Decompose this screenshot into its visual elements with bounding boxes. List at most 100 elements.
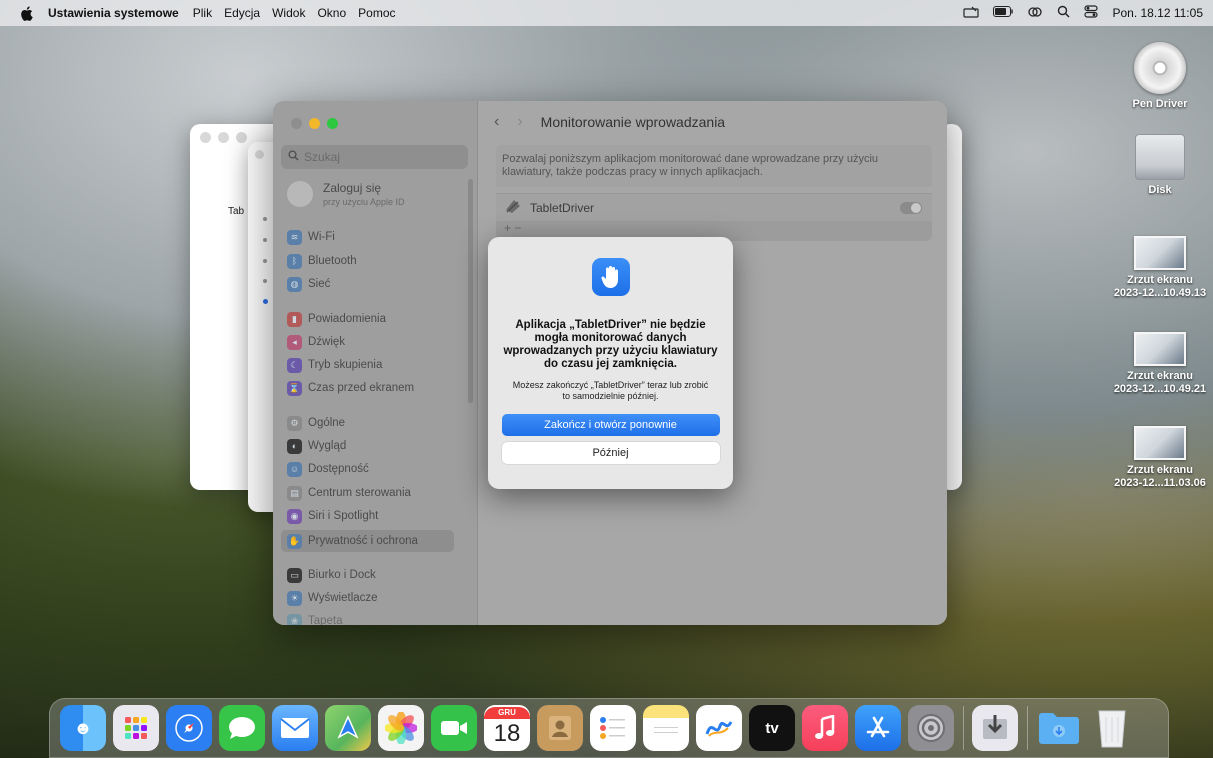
radio-dot xyxy=(263,259,267,263)
finder-icon[interactable]: ☻ xyxy=(60,705,106,751)
safari-icon[interactable] xyxy=(166,705,212,751)
back-chevron-icon[interactable]: ‹ xyxy=(494,113,499,131)
dock-separator xyxy=(1027,706,1028,750)
maps-icon[interactable] xyxy=(325,705,371,751)
messages-icon[interactable] xyxy=(219,705,265,751)
reminders-icon[interactable] xyxy=(590,705,636,751)
close-button[interactable] xyxy=(200,132,211,143)
installer-icon[interactable] xyxy=(972,705,1018,751)
sidebar-item-focus[interactable]: ☾ Tryb skupienia xyxy=(287,355,382,375)
alert-dialog: Aplikacja „TabletDriver” nie będzie mogł… xyxy=(488,237,733,489)
battery-icon[interactable] xyxy=(993,6,1014,20)
sidebar: Szukaj Zaloguj się przy użyciu Apple ID … xyxy=(273,101,477,625)
search-icon xyxy=(288,150,299,164)
window-label: Tab xyxy=(228,206,245,217)
calendar-icon[interactable]: GRU 18 xyxy=(484,705,530,751)
account-subtitle: przy użyciu Apple ID xyxy=(323,197,405,207)
moon-icon: ☾ xyxy=(287,357,302,373)
minimize-button[interactable] xyxy=(309,118,320,129)
sidebar-item-label: Centrum sterowania xyxy=(308,487,411,499)
downloads-folder-icon[interactable] xyxy=(1036,705,1082,751)
control-center-icon[interactable] xyxy=(1084,5,1099,21)
radio-dot xyxy=(263,238,267,242)
sidebar-item-label: Siri i Spotlight xyxy=(308,510,379,522)
menu-widok[interactable]: Widok xyxy=(272,6,305,20)
sidebar-item-network[interactable]: ◍ Sieć xyxy=(287,274,330,294)
cd-icon xyxy=(1134,42,1186,94)
desktop-item-screenshot-2[interactable]: Zrzut ekranu 2023-12...10.49.21 xyxy=(1105,332,1213,396)
close-button[interactable] xyxy=(255,150,264,159)
window-controls xyxy=(200,132,247,143)
contacts-icon[interactable] xyxy=(537,705,583,751)
link-status-icon[interactable] xyxy=(1027,6,1043,21)
app-name-label: TabletDriver xyxy=(530,200,595,215)
screenshot-icon xyxy=(1134,236,1186,270)
apple-menu-icon[interactable] xyxy=(18,5,34,21)
sidebar-item-bluetooth[interactable]: ᛒ Bluetooth xyxy=(287,251,357,271)
bluetooth-icon: ᛒ xyxy=(287,253,302,269)
search-input[interactable]: Szukaj xyxy=(281,145,468,169)
zoom-button[interactable] xyxy=(327,118,338,129)
sidebar-item-privacy-security[interactable]: ✋ Prywatność i ochrona xyxy=(281,530,454,552)
app-store-icon[interactable] xyxy=(855,705,901,751)
menu-pomoc[interactable]: Pomoc xyxy=(358,6,395,20)
search-placeholder: Szukaj xyxy=(304,150,341,164)
apple-id-login[interactable]: Zaloguj się przy użyciu Apple ID xyxy=(287,181,405,207)
menu-okno[interactable]: Okno xyxy=(317,6,346,20)
sidebar-item-notifications[interactable]: ▮ Powiadomienia xyxy=(287,309,386,329)
facetime-icon[interactable] xyxy=(431,705,477,751)
mail-icon[interactable] xyxy=(272,705,318,751)
sidebar-item-general[interactable]: ⚙ Ogólne xyxy=(287,413,345,433)
sidebar-item-siri-spotlight[interactable]: ◉ Siri i Spotlight xyxy=(287,506,378,526)
sidebar-scrollbar[interactable] xyxy=(468,179,473,403)
screenshot-icon xyxy=(1134,332,1186,366)
photos-icon[interactable] xyxy=(378,705,424,751)
menu-plik[interactable]: Plik xyxy=(193,6,212,20)
music-icon[interactable] xyxy=(802,705,848,751)
sidebar-item-screen-time[interactable]: ⌛ Czas przed ekranem xyxy=(287,378,414,398)
sidebar-item-wifi[interactable]: ≋ Wi-Fi xyxy=(287,227,335,247)
desktop-item-disk[interactable]: Disk xyxy=(1105,134,1213,197)
sidebar-item-appearance[interactable]: ◐ Wygląd xyxy=(287,436,346,456)
freeform-icon[interactable] xyxy=(696,705,742,751)
radio-dot xyxy=(263,217,267,221)
sidebar-item-desktop-dock[interactable]: ▭ Biurko i Dock xyxy=(287,565,376,585)
close-button[interactable] xyxy=(291,118,302,129)
minimize-button[interactable] xyxy=(218,132,229,143)
clock-datetime[interactable]: Pon. 18.12 11:05 xyxy=(1112,6,1203,20)
sidebar-item-accessibility[interactable]: ☺ Dostępność xyxy=(287,459,369,479)
desktop-item-label: Disk xyxy=(1148,184,1172,196)
sidebar-item-displays[interactable]: ☀ Wyświetlacze xyxy=(287,588,378,608)
window-controls xyxy=(291,118,338,129)
later-button[interactable]: Później xyxy=(501,442,720,464)
trash-icon[interactable] xyxy=(1089,705,1135,751)
launchpad-icon[interactable] xyxy=(113,705,159,751)
screenshot-icon xyxy=(1134,426,1186,460)
wallpaper-icon: ❀ xyxy=(287,613,302,625)
forward-chevron-icon[interactable]: › xyxy=(517,113,522,131)
menu-edycja[interactable]: Edycja xyxy=(224,6,260,20)
desktop-item-label: Zrzut ekranu 2023-12...10.49.13 xyxy=(1113,274,1207,299)
desktop-item-pen-driver[interactable]: Pen Driver xyxy=(1105,42,1213,111)
desktop-item-label: Pen Driver xyxy=(1132,98,1188,110)
tv-icon[interactable]: tv xyxy=(749,705,795,751)
notes-icon[interactable] xyxy=(643,705,689,751)
desktop-item-screenshot-1[interactable]: Zrzut ekranu 2023-12...10.49.13 xyxy=(1105,236,1213,300)
sidebar-item-wallpaper[interactable]: ❀ Tapeta xyxy=(287,611,343,625)
zoom-button[interactable] xyxy=(236,132,247,143)
tablet-menu-icon[interactable] xyxy=(963,6,980,21)
sidebar-item-label: Powiadomienia xyxy=(308,313,386,325)
spotlight-search-icon[interactable] xyxy=(1057,5,1070,21)
sidebar-item-sound[interactable]: ◂ Dźwięk xyxy=(287,332,345,352)
system-settings-icon[interactable] xyxy=(908,705,954,751)
account-title: Zaloguj się xyxy=(323,181,382,195)
quit-and-reopen-button[interactable]: Zakończ i otwórz ponownie xyxy=(501,414,720,436)
app-menu-title[interactable]: Ustawienia systemowe xyxy=(48,6,179,20)
permission-toggle[interactable] xyxy=(900,201,922,214)
desktop-item-screenshot-3[interactable]: Zrzut ekranu 2023-12...11.03.06 xyxy=(1105,426,1213,490)
globe-icon: ◍ xyxy=(287,276,302,292)
sidebar-item-control-center[interactable]: ▤ Centrum sterowania xyxy=(287,483,411,503)
bell-icon: ▮ xyxy=(287,311,302,327)
dialog-message: Możesz zakończyć „TabletDriver” teraz lu… xyxy=(512,380,709,401)
desktop-item-label: Zrzut ekranu 2023-12...10.49.21 xyxy=(1113,370,1207,395)
